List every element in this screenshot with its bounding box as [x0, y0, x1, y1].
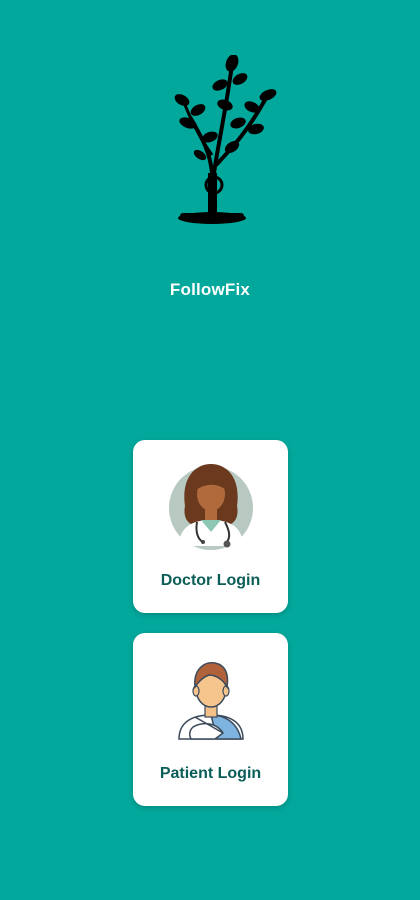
patient-login-button[interactable]: Patient Login — [133, 633, 288, 806]
tree-logo-icon: £ — [174, 55, 277, 224]
app-name: FollowFix — [169, 280, 251, 299]
splash-screen: £ FollowFix Doctor Login Patient Login — [0, 0, 420, 900]
doctor-login-button[interactable]: Doctor Login — [133, 440, 288, 613]
patient-avatar-icon — [178, 661, 244, 740]
svg-text:£: £ — [208, 182, 216, 199]
doctor-avatar-icon — [169, 464, 253, 550]
doctor-login-label: Doctor Login — [160, 572, 261, 589]
patient-login-label: Patient Login — [159, 765, 262, 782]
